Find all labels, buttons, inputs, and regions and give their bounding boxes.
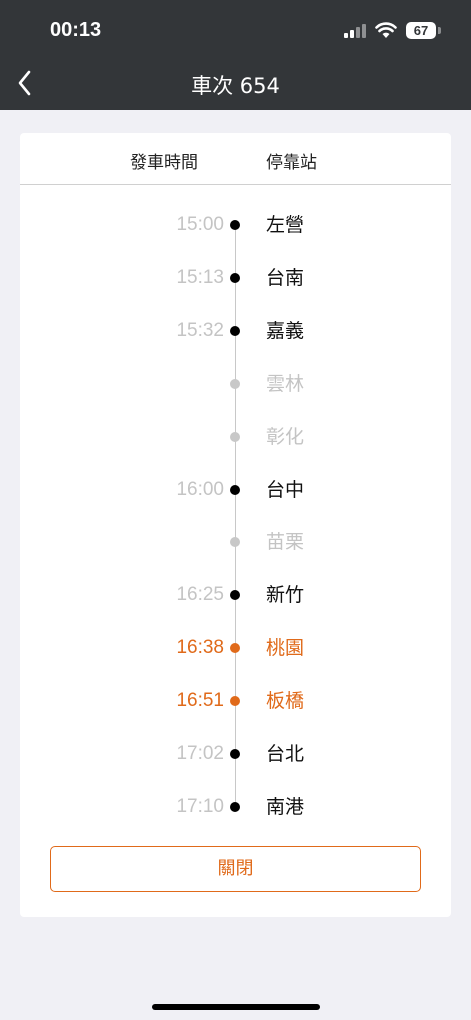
stop-row: 15:32 嘉義 [20,318,451,370]
departure-time: 17:02 [176,743,224,764]
station-name: 板橋 [266,690,305,713]
column-header-time: 發車時間 [130,153,198,173]
stop-row: 15:13 台南 [20,265,451,317]
page-title: 車次 654 [191,74,280,98]
stop-row: 彰化 [20,424,451,476]
departure-time: 16:25 [176,584,224,606]
station-name: 台南 [266,266,305,289]
departure-time: 16:38 [176,637,224,659]
home-indicator [152,1004,320,1010]
stop-dot [230,537,240,548]
station-name: 左營 [266,214,305,236]
stop-dot [230,431,240,442]
stop-dot [230,378,240,389]
departure-time: 17:10 [176,795,224,817]
station-name: 嘉義 [266,319,305,342]
departure-time: 16:51 [176,690,224,712]
station-name: 新竹 [266,584,305,607]
stop-dot [230,272,240,283]
stop-row: 17:02 台北 [20,741,451,793]
stop-dot [230,643,240,654]
stop-row: 17:10 南港 [20,794,451,846]
stop-dot [230,220,240,230]
stop-dot [230,484,240,495]
stop-dot [230,801,240,812]
station-name: 苗栗 [266,531,305,554]
station-name: 南港 [266,795,305,818]
station-name: 台北 [266,743,305,765]
stop-dot [230,590,240,601]
station-name: 桃園 [266,637,305,660]
station-name: 彰化 [266,425,305,448]
stop-dot [230,696,240,707]
stop-row: 15:00 左營 [20,212,451,264]
header-divider [20,184,451,185]
stop-dot [230,325,240,336]
stop-row: 16:51 板橋 [20,688,451,740]
stop-row: 16:00 台中 [20,477,451,529]
wifi-icon [375,22,397,38]
stop-row: 16:38 桃園 [20,635,451,687]
departure-time: 15:32 [176,319,224,341]
stop-row: 16:25 新竹 [20,582,451,634]
status-time: 00:13 [50,19,102,41]
stop-row: 苗栗 [20,529,451,581]
departure-time: 16:00 [176,478,224,500]
departure-time: 15:13 [176,266,224,288]
battery-cap [438,27,441,34]
station-name: 台中 [266,478,305,501]
station-name: 雲林 [266,372,305,395]
nav-header: 00:13 67 車次 654 [0,0,471,110]
column-header-station: 停靠站 [266,153,317,173]
stop-row: 雲林 [20,371,451,423]
departure-time: 15:00 [176,214,224,235]
cellular-signal-icon [344,24,368,38]
battery-icon: 67 [406,22,436,39]
stop-dot [230,749,240,759]
close-button[interactable]: 關閉 [50,846,421,892]
